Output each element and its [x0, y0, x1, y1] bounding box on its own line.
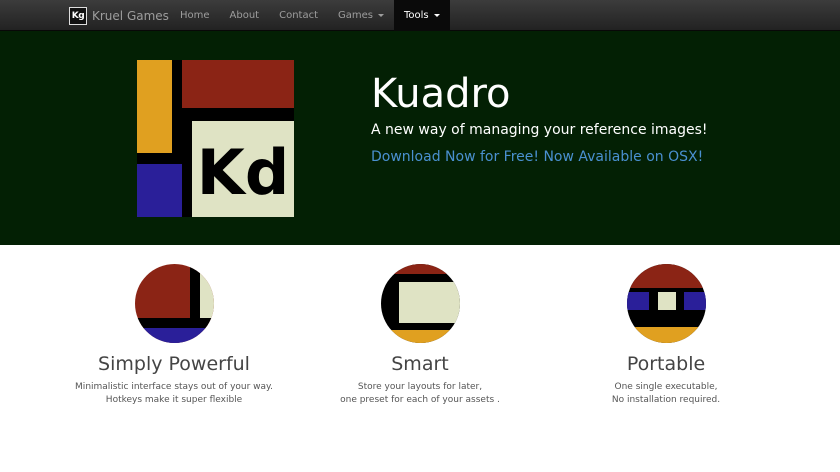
kuadro-logo-text: Kd	[197, 136, 289, 209]
nav-item-label: Home	[180, 10, 210, 21]
feature-smart: Smart Store your layouts for later, one …	[300, 264, 540, 407]
nav-item-tools-dropdown[interactable]: Tools	[394, 0, 450, 31]
brand-name: Kruel Games	[92, 8, 169, 23]
kuadro-logo: Kd	[137, 60, 294, 217]
caret-down-icon	[433, 14, 440, 17]
hero-tagline: A new way of managing your reference ima…	[371, 122, 708, 138]
nav-item-contact[interactable]: Contact	[269, 0, 328, 31]
nav-item-label: Contact	[279, 10, 319, 21]
nav-item-games-dropdown[interactable]: Games	[328, 0, 394, 31]
nav-item-home[interactable]: Home	[170, 0, 220, 31]
feature-portable: Portable One single executable, No insta…	[546, 264, 786, 407]
nav-item-label: Tools	[404, 10, 429, 21]
nav-menu: Home About Contact Games Tools	[170, 0, 450, 31]
feature-description: One single executable, No installation r…	[611, 382, 721, 405]
hero-section: Kd Kuadro A new way of managing your ref…	[0, 31, 840, 245]
nav-item-label: Games	[338, 10, 373, 21]
download-link[interactable]: Download Now for Free! Now Available on …	[371, 149, 703, 165]
simply-powerful-icon	[134, 264, 214, 343]
nav-item-about[interactable]: About	[220, 0, 270, 31]
feature-title: Simply Powerful	[98, 353, 250, 375]
feature-title: Portable	[626, 353, 706, 375]
page-title: Kuadro	[371, 71, 511, 117]
feature-description: Store your layouts for later, one preset…	[340, 382, 500, 405]
caret-down-icon	[378, 14, 384, 17]
kruel-games-logo-icon: Kg	[69, 6, 87, 25]
feature-title: Smart	[391, 353, 449, 375]
feature-simply-powerful: Simply Powerful Minimalistic interface s…	[54, 264, 294, 407]
portable-icon	[626, 264, 706, 343]
feature-description: Minimalistic interface stays out of your…	[75, 382, 273, 405]
smart-icon	[380, 264, 460, 343]
nav-item-label: About	[229, 10, 260, 21]
brand-link[interactable]: Kg Kruel Games	[69, 0, 169, 31]
navbar: Kg Kruel Games Home About Contact Games …	[0, 0, 840, 31]
